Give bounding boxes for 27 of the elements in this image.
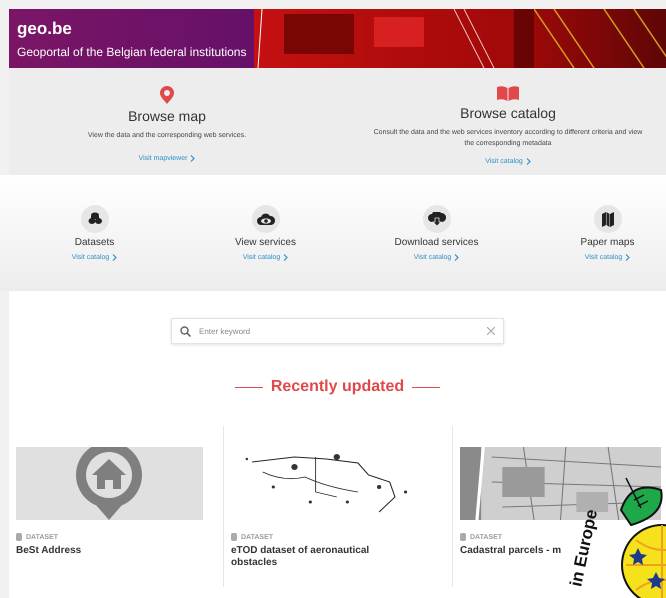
chevron-icon	[526, 158, 531, 165]
card-title[interactable]: Cadastral parcels - m	[460, 545, 562, 557]
site-subtitle: Geoportal of the Belgian federal institutions	[17, 45, 248, 59]
folded-map-icon	[602, 212, 614, 226]
section-heading: Recently updated	[270, 378, 404, 396]
service-title: Download services	[394, 237, 478, 248]
search-icon	[180, 326, 191, 336]
book-icon	[497, 86, 519, 101]
site-title: geo.be	[17, 19, 73, 39]
chevron-icon	[283, 254, 288, 261]
chevron-icon	[190, 155, 196, 162]
card-title[interactable]: eTOD dataset of aeronautical obstacles	[231, 545, 396, 569]
chevron-icon	[112, 254, 118, 261]
close-icon[interactable]	[487, 327, 495, 335]
search-bar[interactable]: Enter keyword	[171, 318, 504, 344]
badge-text: in Europe	[566, 508, 602, 588]
cloud-eye-icon	[256, 213, 274, 225]
chevron-icon	[454, 254, 460, 261]
cloud-download-icon	[428, 212, 446, 226]
service-title: View services	[235, 237, 296, 248]
card-title[interactable]: BeSt Address	[16, 545, 82, 557]
section-title: Browse catalog	[460, 105, 556, 121]
section-title: Browse map	[128, 108, 206, 124]
map-pin-icon	[160, 86, 174, 104]
chevron-icon	[625, 254, 630, 261]
service-title: Paper maps	[580, 237, 634, 248]
service-title: Datasets	[74, 237, 114, 248]
